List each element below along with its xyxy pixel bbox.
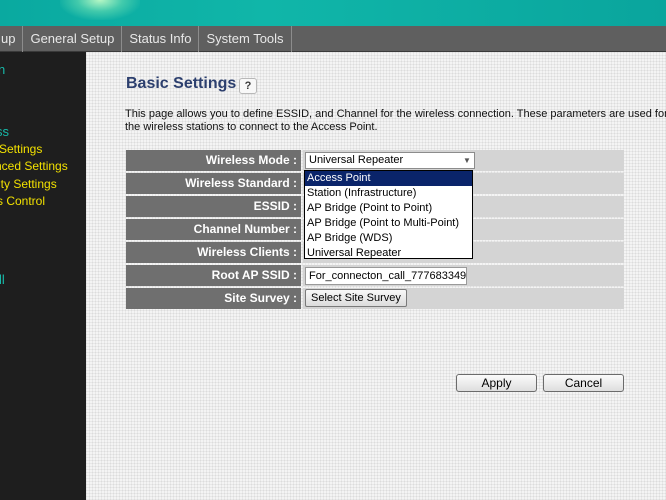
- page-title: Basic Settings: [126, 75, 237, 92]
- wireless-mode-cell: Universal Repeater ▼: [303, 150, 624, 171]
- menu-item-system-tools[interactable]: System Tools: [199, 25, 292, 52]
- dropdown-option-access-point[interactable]: Access Point: [305, 171, 472, 186]
- wireless-mode-selected-value: Universal Repeater: [309, 154, 404, 166]
- sidebar-item-access-control[interactable]: s Control: [0, 194, 45, 208]
- top-menu-bar: up General Setup Status Info System Tool…: [0, 25, 666, 52]
- top-banner: [0, 0, 666, 26]
- essid-label: ESSID :: [126, 196, 301, 217]
- wireless-mode-dropdown-list: Access Point Station (Infrastructure) AP…: [304, 170, 473, 259]
- menu-item-general-setup[interactable]: General Setup: [23, 25, 123, 52]
- dropdown-option-station[interactable]: Station (Infrastructure): [305, 186, 472, 201]
- menu-item-setup[interactable]: up: [0, 25, 24, 52]
- banner-glow: [60, 0, 140, 20]
- row-site-survey: Site Survey : Select Site Survey: [126, 288, 624, 311]
- root-ap-ssid-input[interactable]: For_connecton_call_777683349: [305, 267, 467, 285]
- channel-number-label: Channel Number :: [126, 219, 301, 240]
- wireless-mode-select[interactable]: Universal Repeater ▼: [305, 152, 475, 169]
- sidebar-item-heading-partial[interactable]: n: [0, 62, 5, 77]
- wireless-mode-label: Wireless Mode :: [126, 150, 301, 171]
- dropdown-option-universal-repeater[interactable]: Universal Repeater: [305, 246, 472, 261]
- dropdown-option-ap-bridge-wds[interactable]: AP Bridge (WDS): [305, 231, 472, 246]
- cancel-button[interactable]: Cancel: [543, 374, 624, 392]
- menu-item-status-info[interactable]: Status Info: [122, 25, 200, 52]
- main-content: Basic Settings ? This page allows you to…: [86, 52, 666, 500]
- dropdown-option-ap-bridge-p2mp[interactable]: AP Bridge (Point to Multi-Point): [305, 216, 472, 231]
- select-site-survey-button[interactable]: Select Site Survey: [305, 289, 407, 307]
- wireless-clients-label: Wireless Clients :: [126, 242, 301, 263]
- sidebar: n ss Settings nced Settings ity Settings…: [0, 52, 86, 500]
- row-root-ap-ssid: Root AP SSID : For_connecton_call_777683…: [126, 265, 624, 288]
- site-survey-label: Site Survey :: [126, 288, 301, 309]
- sidebar-item-security-settings[interactable]: ity Settings: [0, 177, 57, 191]
- wireless-standard-label: Wireless Standard :: [126, 173, 301, 194]
- sidebar-item-advanced-settings[interactable]: nced Settings: [0, 159, 68, 173]
- apply-button[interactable]: Apply: [456, 374, 537, 392]
- sidebar-item-basic-settings[interactable]: Settings: [0, 142, 42, 156]
- help-question-icon[interactable]: ?: [239, 78, 257, 94]
- root-ap-ssid-cell: For_connecton_call_777683349: [303, 265, 624, 286]
- sidebar-item-wireless[interactable]: ss: [0, 124, 9, 139]
- root-ap-ssid-label: Root AP SSID :: [126, 265, 301, 286]
- dropdown-option-ap-bridge-p2p[interactable]: AP Bridge (Point to Point): [305, 201, 472, 216]
- site-survey-cell: Select Site Survey: [303, 288, 624, 309]
- chevron-down-icon[interactable]: ▼: [460, 153, 474, 168]
- page-description: This page allows you to define ESSID, an…: [125, 108, 666, 133]
- sidebar-item-partial-bottom[interactable]: ll: [0, 272, 5, 287]
